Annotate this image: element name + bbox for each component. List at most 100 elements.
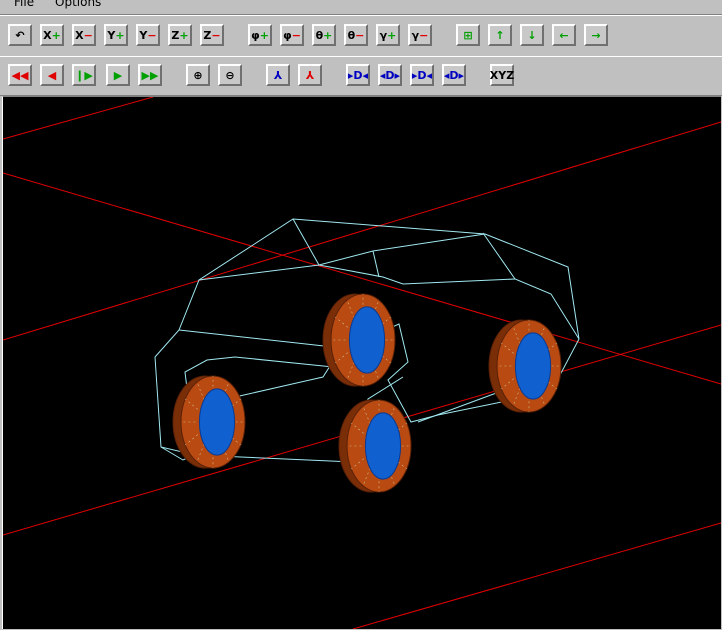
phi-plus-button[interactable]: φ + xyxy=(248,24,272,46)
button-sign: − xyxy=(291,28,301,42)
button-sign: − xyxy=(355,28,365,42)
button-label: γ xyxy=(411,28,420,42)
wheel-hub xyxy=(514,332,552,400)
zoom-in-icon[interactable]: ⊕ xyxy=(186,64,210,86)
button-glyph: ↶ xyxy=(15,28,25,42)
button-sign: + xyxy=(387,28,397,42)
toolbar-playback: ◀◀ ◀ ❙▶ ▶ ▶▶ ⊕ ⊖ ⅄ ⅄ ▸D◂ ◂D▸ ▸D◂ ◂D▸ XYZ xyxy=(0,56,722,96)
vehicle-wheels xyxy=(172,293,562,493)
button-sign: + xyxy=(323,28,333,42)
axes-rotate-right-icon[interactable]: ⅄ xyxy=(298,64,322,86)
menu-options[interactable]: Options xyxy=(55,0,101,9)
button-label: X xyxy=(75,28,84,42)
button-sign: + xyxy=(179,28,189,42)
x-plus-button[interactable]: X + xyxy=(40,24,64,46)
undo-icon[interactable]: ↶ xyxy=(8,24,32,46)
dolly-in-icon[interactable]: ▸D◂ xyxy=(346,64,370,86)
button-label: θ xyxy=(315,28,324,42)
wheel xyxy=(488,319,562,413)
button-glyph: ↑ xyxy=(495,28,505,42)
button-label: Z xyxy=(203,28,212,42)
button-sign: + xyxy=(51,28,61,42)
button-sign: + xyxy=(115,28,125,42)
button-sign: + xyxy=(259,28,269,42)
button-glyph: ◂D▸ xyxy=(379,68,401,82)
zoom-out-icon[interactable]: ⊖ xyxy=(218,64,242,86)
button-glyph: ▸D◂ xyxy=(347,68,369,82)
wheel-hub xyxy=(198,388,236,456)
arrow-down-icon[interactable]: ↓ xyxy=(520,24,544,46)
gamma-minus-button[interactable]: γ − xyxy=(408,24,432,46)
button-label: γ xyxy=(379,28,388,42)
wireframe-edge xyxy=(372,250,380,278)
button-sign: − xyxy=(83,28,93,42)
menu-bar: File Options xyxy=(0,0,722,15)
button-label: φ xyxy=(283,28,292,42)
wheel xyxy=(322,293,396,387)
button-label: Z xyxy=(171,28,180,42)
button-glyph: ◀ xyxy=(47,68,57,82)
gamma-plus-button[interactable]: γ + xyxy=(376,24,400,46)
button-glyph: ⅄ xyxy=(273,68,283,82)
x-minus-button[interactable]: X − xyxy=(72,24,96,46)
wireframe-edge xyxy=(234,354,338,398)
wireframe-edge xyxy=(198,264,516,285)
arrow-right-icon[interactable]: → xyxy=(584,24,608,46)
phi-minus-button[interactable]: φ − xyxy=(280,24,304,46)
grid-icon[interactable]: ⊞ xyxy=(456,24,480,46)
button-glyph: ⊕ xyxy=(193,68,203,82)
grid-line xyxy=(3,97,154,140)
button-glyph: ❙▶ xyxy=(75,68,93,82)
button-glyph: ▶ xyxy=(113,68,123,82)
button-label: φ xyxy=(251,28,260,42)
button-glyph: ⅄ xyxy=(305,68,315,82)
button-glyph: ▶▶ xyxy=(141,68,159,82)
play-icon[interactable]: ▶ xyxy=(106,64,130,86)
axes-xyz-icon[interactable]: XYZ xyxy=(490,64,514,86)
button-glyph: ◀◀ xyxy=(11,68,29,82)
dolly-out-icon[interactable]: ◂D▸ xyxy=(378,64,402,86)
z-plus-button[interactable]: Z + xyxy=(168,24,192,46)
depth-minus-icon[interactable]: ◂D▸ xyxy=(442,64,466,86)
theta-minus-button[interactable]: θ − xyxy=(344,24,368,46)
depth-plus-icon[interactable]: ▸D◂ xyxy=(410,64,434,86)
wheel xyxy=(338,399,412,493)
button-glyph: ⊞ xyxy=(463,28,473,42)
wheel xyxy=(172,375,246,469)
3d-viewport[interactable] xyxy=(2,96,721,629)
z-minus-button[interactable]: Z − xyxy=(200,24,224,46)
axes-rotate-left-icon[interactable]: ⅄ xyxy=(266,64,290,86)
button-label: Y xyxy=(139,28,148,42)
theta-plus-button[interactable]: θ + xyxy=(312,24,336,46)
button-sign: − xyxy=(147,28,157,42)
toolbar-navigation: ↶ X + X − Y + Y − Z + Z − φ + φ − θ + θ − γ + γ − ⊞ ↑ ↓ ← → xyxy=(0,15,722,57)
pause-play-icon[interactable]: ❙▶ xyxy=(72,64,96,86)
wireframe-edge xyxy=(318,233,486,266)
y-plus-button[interactable]: Y + xyxy=(104,24,128,46)
menu-file[interactable]: File xyxy=(14,0,34,9)
button-glyph: → xyxy=(591,28,601,42)
wheel-hub xyxy=(364,412,402,480)
arrow-left-icon[interactable]: ← xyxy=(552,24,576,46)
button-label: X xyxy=(43,28,52,42)
button-sign: − xyxy=(419,28,429,42)
button-sign: − xyxy=(211,28,221,42)
rewind-icon[interactable]: ◀◀ xyxy=(8,64,32,86)
button-label: Y xyxy=(107,28,116,42)
button-glyph: XYZ xyxy=(489,68,515,82)
wireframe-edge xyxy=(417,391,500,423)
grid-line xyxy=(352,522,721,629)
fast-forward-icon[interactable]: ▶▶ xyxy=(138,64,162,86)
button-glyph: ⊖ xyxy=(225,68,235,82)
y-minus-button[interactable]: Y − xyxy=(136,24,160,46)
button-glyph: ↓ xyxy=(527,28,537,42)
arrow-up-icon[interactable]: ↑ xyxy=(488,24,512,46)
wireframe-edge xyxy=(292,218,320,266)
button-label: θ xyxy=(347,28,356,42)
step-back-icon[interactable]: ◀ xyxy=(40,64,64,86)
button-glyph: ← xyxy=(559,28,569,42)
scene-canvas[interactable] xyxy=(3,97,721,629)
wheel-hub xyxy=(348,306,386,374)
button-glyph: ▸D◂ xyxy=(411,68,433,82)
button-glyph: ◂D▸ xyxy=(443,68,465,82)
